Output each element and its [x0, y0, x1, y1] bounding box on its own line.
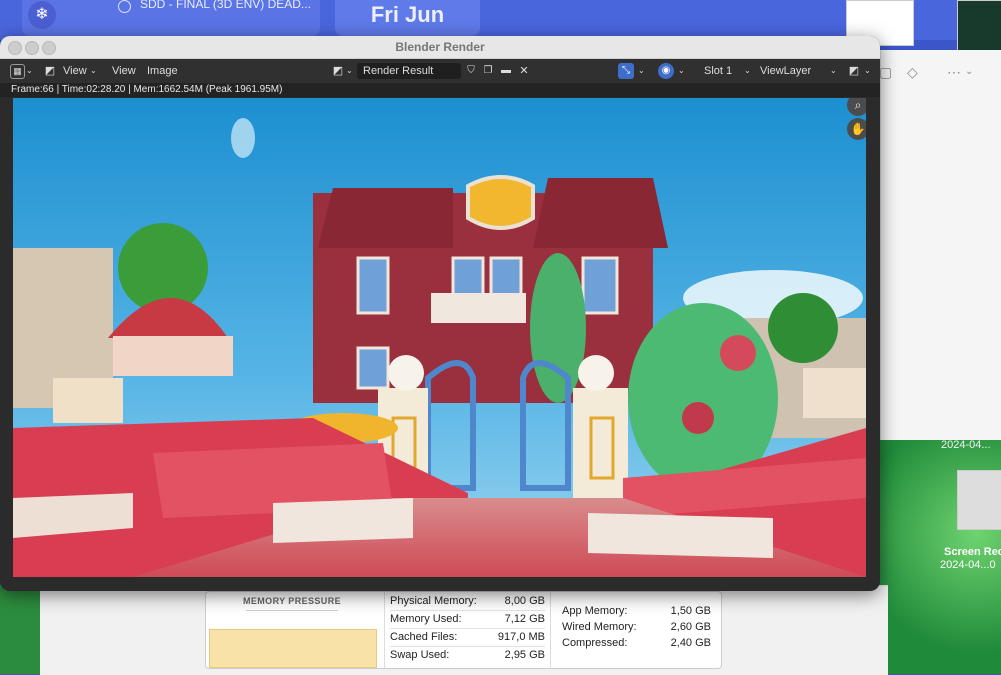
- memory-row: Wired Memory: 2,60 GB: [562, 621, 711, 633]
- image-editor-header: ▦ ⌄ ◩ View ⌄ View Image ◩ ⌄ Render Resul…: [0, 59, 880, 83]
- chevron-down-icon[interactable]: ⌄: [26, 63, 33, 79]
- window-thumbnail[interactable]: [957, 0, 1001, 52]
- memory-row: Swap Used: 2,95 GB: [390, 649, 545, 661]
- task-title: SDD - FINAL (3D ENV) DEAD...: [140, 0, 311, 11]
- view-layer-dropdown[interactable]: ViewLayer: [760, 63, 811, 79]
- radio-icon[interactable]: [118, 0, 131, 13]
- tag-icon[interactable]: ◇: [907, 64, 918, 81]
- chevron-down-icon[interactable]: ⌄: [744, 63, 751, 79]
- image-mode-icon[interactable]: ◩: [42, 63, 58, 79]
- display-channels-icon[interactable]: ◩: [846, 63, 862, 79]
- memory-stats-table: Physical Memory: 8,00 GB Memory Used: 7,12…: [384, 592, 551, 668]
- divider: [246, 610, 338, 611]
- blender-render-window: Blender Render ▦ ⌄ ◩ View ⌄ View Image ◩…: [0, 36, 880, 591]
- editor-type-icon[interactable]: ▦: [10, 64, 25, 79]
- memory-row: Memory Used: 7,12 GB: [390, 612, 545, 629]
- image-menu[interactable]: Image: [147, 63, 178, 79]
- gizmo-icon[interactable]: ⤡: [618, 63, 634, 79]
- chevron-down-icon[interactable]: ⌄: [830, 63, 837, 79]
- memory-pressure-title: MEMORY PRESSURE: [242, 596, 342, 606]
- snowflake-icon: ❄: [28, 1, 56, 29]
- chevron-down-icon[interactable]: ⌄: [965, 66, 973, 77]
- chevron-down-icon[interactable]: ⌄: [678, 63, 685, 79]
- render-result-field[interactable]: Render Result: [357, 63, 461, 79]
- shield-icon[interactable]: ⛉: [463, 63, 479, 79]
- memory-row: Compressed: 2,40 GB: [562, 637, 711, 649]
- render-stats: Frame:66 | Time:02:28.20 | Mem:1662.54M …: [0, 83, 880, 97]
- hand-pan-icon[interactable]: ✋: [847, 118, 866, 140]
- date-chip: Fri Jun: [335, 0, 480, 36]
- render-image: [13, 98, 866, 577]
- memory-row: Cached Files: 917,0 MB: [390, 630, 545, 647]
- memory-pressure-graph: [209, 629, 377, 668]
- memory-row: App Memory: 1,50 GB: [562, 605, 711, 617]
- task-card[interactable]: ❄ SDD - FINAL (3D ENV) DEAD...: [22, 0, 320, 36]
- share-icon[interactable]: ▢: [879, 64, 892, 81]
- memory-breakdown-table: App Memory: 1,50 GB Wired Memory: 2,60 GB …: [556, 592, 716, 668]
- zoom-icon[interactable]: ⌕: [847, 98, 866, 116]
- desktop-file-thumbnail[interactable]: [957, 470, 1001, 530]
- desktop-date-label: 2024-04...: [941, 439, 991, 451]
- view-menu-2[interactable]: View: [112, 63, 136, 79]
- title-bar[interactable]: Blender Render: [0, 36, 880, 59]
- background-app-panel: ▢ ◇ ⋯ ⌄: [879, 50, 1001, 440]
- memory-row: Physical Memory: 8,00 GB: [390, 594, 545, 611]
- duplicate-icon[interactable]: ❐: [480, 63, 496, 79]
- render-viewport[interactable]: ⌕ ✋: [13, 98, 866, 577]
- folder-icon[interactable]: ▬: [498, 63, 514, 79]
- overlay-icon[interactable]: ◉: [658, 63, 674, 79]
- chevron-down-icon[interactable]: ⌄: [864, 63, 871, 79]
- chevron-down-icon[interactable]: ⌄: [638, 63, 645, 79]
- image-browse-icon[interactable]: ◩: [330, 63, 346, 79]
- desktop-file-label[interactable]: Screen Rec: [944, 546, 1001, 558]
- close-icon[interactable]: ✕: [516, 63, 532, 79]
- desktop-file-date: 2024-04...0: [940, 559, 996, 571]
- view-menu[interactable]: View: [63, 63, 87, 79]
- desktop-wallpaper: [0, 585, 40, 674]
- slot-dropdown[interactable]: Slot 1: [704, 63, 732, 79]
- chevron-down-icon[interactable]: ⌄: [90, 63, 97, 79]
- chevron-down-icon[interactable]: ⌄: [346, 63, 353, 79]
- window-title: Blender Render: [395, 40, 485, 54]
- more-icon[interactable]: ⋯: [947, 64, 961, 81]
- memory-panel: MEMORY PRESSURE Physical Memory: 8,00 GB …: [205, 591, 722, 669]
